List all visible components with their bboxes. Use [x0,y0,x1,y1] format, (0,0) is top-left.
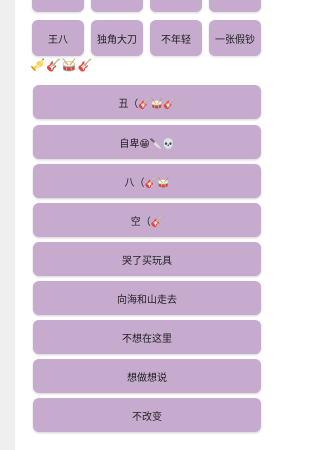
chip-partial[interactable]: 12G超果粒 [32,0,84,12]
left-gutter [0,0,15,450]
chip-row: 王八 独角大刀 不年轻 一张假钞 [15,20,267,56]
chip-dujiao-dadao[interactable]: 独角大刀 [91,20,143,56]
chip-wangba[interactable]: 王八 [32,20,84,56]
emoji-line: 🎺🎸🥁🎸 [30,58,94,72]
option-button-3[interactable]: 八（🎸🥁 [33,164,261,198]
chip-bu-nianqing[interactable]: 不年轻 [150,20,202,56]
chip-partial[interactable]: 123就 [91,0,143,12]
chip-partial[interactable]: 伍千 [209,0,261,12]
option-button-9[interactable]: 不改变 [33,398,261,432]
option-button-2[interactable]: 自卑😁🔪💀 [33,125,261,159]
chip-yizhang-jiachao[interactable]: 一张假钞 [209,20,261,56]
chip-partial[interactable]: 李超斯王八 [150,0,202,12]
chip-row-top-partial: 12G超果粒 123就 李超斯王八 伍千 [15,0,267,12]
option-button-6[interactable]: 向海和山走去 [33,281,261,315]
option-button-8[interactable]: 想做想说 [33,359,261,393]
option-button-7[interactable]: 不想在这里 [33,320,261,354]
option-button-1[interactable]: 丑（🎸🥁🎸 [33,85,261,119]
option-button-5[interactable]: 哭了买玩具 [33,242,261,276]
option-button-4[interactable]: 空（🎸 [33,203,261,237]
